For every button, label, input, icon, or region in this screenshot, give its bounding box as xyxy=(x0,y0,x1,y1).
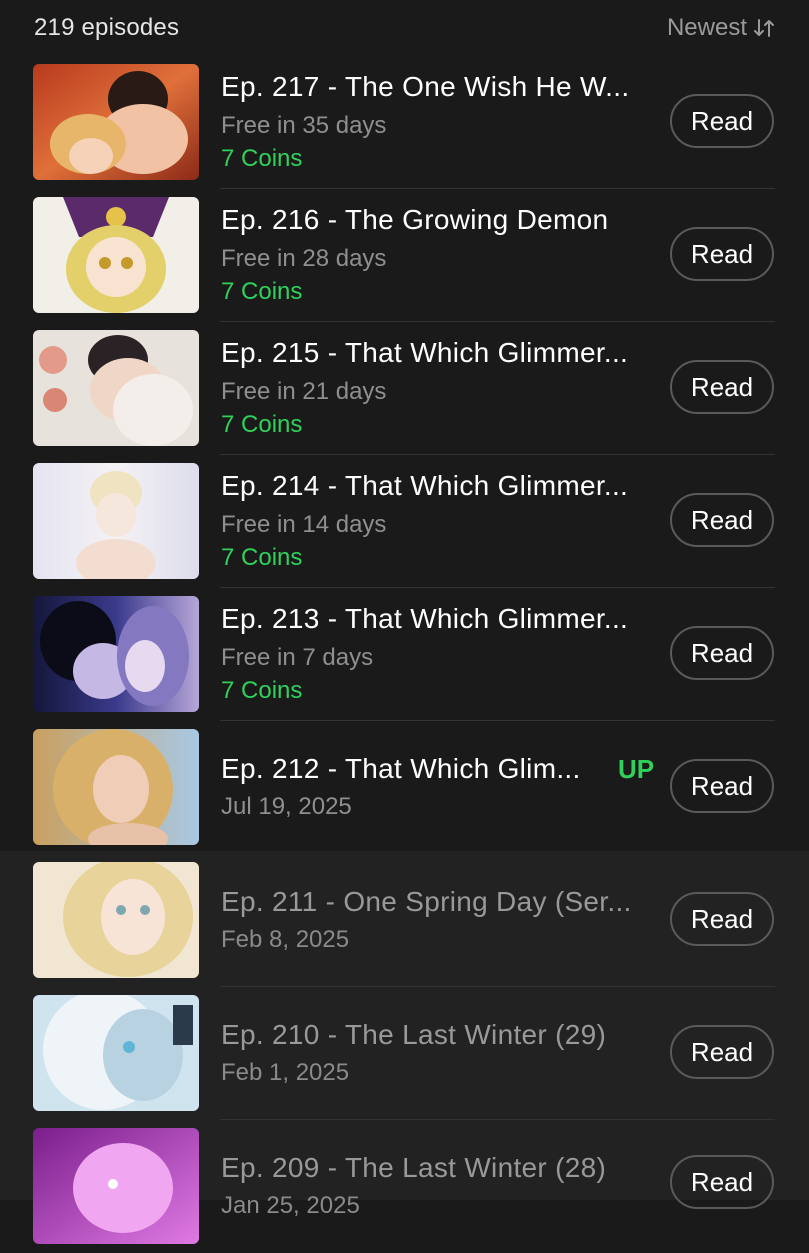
episode-title: Ep. 216 - The Growing Demon xyxy=(221,204,609,235)
episode-title: Ep. 215 - That Which Glimmer... xyxy=(221,337,629,368)
episode-free-countdown: Free in 14 days xyxy=(221,511,387,538)
sort-arrows-icon xyxy=(754,19,774,37)
episode-coin-price: 7 Coins xyxy=(221,544,303,571)
up-badge: UP xyxy=(618,754,655,784)
episode-row[interactable]: Ep. 211 - One Spring Day (Ser... Feb 8, … xyxy=(0,854,809,987)
episode-thumbnail xyxy=(33,862,199,978)
episode-list-header: 219 episodes Newest xyxy=(0,0,809,56)
read-button[interactable]: Read xyxy=(670,892,774,946)
episode-title: Ep. 214 - That Which Glimmer... xyxy=(221,470,629,501)
read-button[interactable]: Read xyxy=(670,360,774,414)
episode-row[interactable]: Ep. 209 - The Last Winter (28) Jan 25, 2… xyxy=(0,1120,809,1253)
read-button[interactable]: Read xyxy=(670,626,774,680)
episode-row[interactable]: Ep. 215 - That Which Glimmer... Free in … xyxy=(0,322,809,455)
read-button[interactable]: Read xyxy=(670,94,774,148)
episode-free-countdown: Free in 7 days xyxy=(221,644,374,671)
episode-row[interactable]: Ep. 213 - That Which Glimmer... Free in … xyxy=(0,588,809,721)
episode-title: Ep. 213 - That Which Glimmer... xyxy=(221,603,629,634)
episode-thumbnail xyxy=(33,1128,199,1244)
episode-thumbnail xyxy=(33,197,199,313)
episode-thumbnail xyxy=(33,596,199,712)
sort-label: Newest xyxy=(666,14,747,41)
episode-coin-price: 7 Coins xyxy=(221,411,303,438)
read-button[interactable]: Read xyxy=(670,227,774,281)
read-button[interactable]: Read xyxy=(670,1025,774,1079)
episode-date: Feb 8, 2025 xyxy=(221,926,350,953)
episode-row[interactable]: Ep. 216 - The Growing Demon Free in 28 d… xyxy=(0,189,809,322)
episode-title: Ep. 217 - The One Wish He W... xyxy=(221,71,630,102)
episode-free-countdown: Free in 28 days xyxy=(221,245,387,272)
episode-title: Ep. 212 - That Which Glim... xyxy=(221,753,581,784)
episode-free-countdown: Free in 21 days xyxy=(221,378,387,405)
read-button[interactable]: Read xyxy=(670,493,774,547)
episode-thumbnail xyxy=(33,330,199,446)
episode-row[interactable]: Ep. 210 - The Last Winter (29) Feb 1, 20… xyxy=(0,987,809,1120)
episode-thumbnail xyxy=(33,64,199,180)
episode-thumbnail xyxy=(33,995,199,1111)
episode-title: Ep. 210 - The Last Winter (29) xyxy=(221,1019,607,1050)
episode-row[interactable]: Ep. 214 - That Which Glimmer... Free in … xyxy=(0,455,809,588)
episode-thumbnail xyxy=(33,463,199,579)
episode-title: Ep. 209 - The Last Winter (28) xyxy=(221,1152,607,1183)
episode-thumbnail xyxy=(33,729,199,845)
episode-row[interactable]: Ep. 217 - The One Wish He W... Free in 3… xyxy=(0,56,809,189)
read-button[interactable]: Read xyxy=(670,1155,774,1209)
episode-title: Ep. 211 - One Spring Day (Ser... xyxy=(221,886,632,917)
episode-coin-price: 7 Coins xyxy=(221,278,303,305)
episode-count: 219 episodes xyxy=(34,14,180,41)
episode-free-countdown: Free in 35 days xyxy=(221,112,387,139)
sort-toggle[interactable]: Newest xyxy=(667,14,775,42)
read-button[interactable]: Read xyxy=(670,759,774,813)
episode-date: Jul 19, 2025 xyxy=(221,793,352,820)
episode-coin-price: 7 Coins xyxy=(221,145,303,172)
episode-date: Feb 1, 2025 xyxy=(221,1059,350,1086)
episode-coin-price: 7 Coins xyxy=(221,677,303,704)
episode-row[interactable]: Ep. 212 - That Which Glim... Jul 19, 202… xyxy=(0,721,809,854)
episode-date: Jan 25, 2025 xyxy=(221,1192,360,1219)
